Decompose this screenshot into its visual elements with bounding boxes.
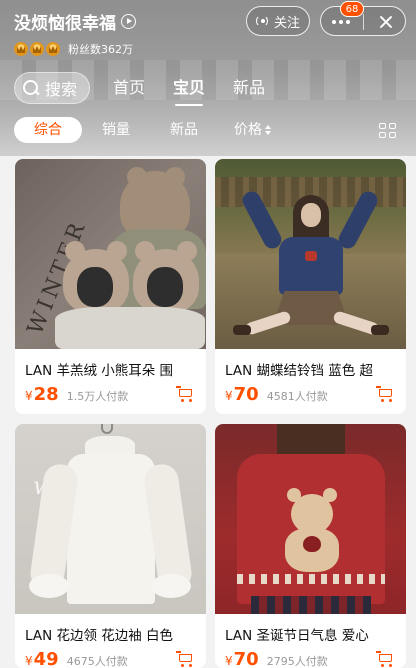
- product-image: WINTER: [15, 159, 206, 349]
- more-icon[interactable]: [332, 20, 350, 24]
- search-icon: [23, 80, 39, 96]
- product-card[interactable]: LAN 蝴蝶结铃铛 蓝色 超 ¥ 70 4581人付款: [215, 159, 406, 414]
- product-title: LAN 蝴蝶结铃铛 蓝色 超: [225, 363, 374, 379]
- sort-arrows-icon: [265, 125, 272, 135]
- grid-view-icon[interactable]: [379, 123, 396, 138]
- capsule-divider: [363, 14, 364, 30]
- filter-comprehensive[interactable]: 综合: [14, 117, 82, 143]
- price-row: ¥ 28 1.5万人付款: [25, 384, 128, 408]
- shop-name-link[interactable]: 没烦恼很幸福: [14, 9, 136, 34]
- filter-sales[interactable]: 销量: [102, 117, 130, 143]
- crown-icon: [30, 42, 44, 56]
- notification-badge: 68: [340, 1, 364, 17]
- tab-new[interactable]: 新品: [233, 76, 265, 100]
- filter-price[interactable]: 价格: [234, 117, 272, 143]
- price: 28: [33, 384, 59, 405]
- filter-bar: 综合 销量 新品 价格: [0, 115, 416, 145]
- product-title: LAN 羊羔绒 小熊耳朵 围: [25, 363, 174, 379]
- tab-items[interactable]: 宝贝: [173, 76, 205, 106]
- product-title: LAN 花边领 花边袖 白色: [25, 628, 174, 644]
- filter-new[interactable]: 新品: [170, 117, 198, 143]
- product-title: LAN 圣诞节日气息 爱心: [225, 628, 369, 644]
- signal-icon: [255, 15, 270, 27]
- tab-home[interactable]: 首页: [113, 76, 145, 100]
- cart-icon[interactable]: [176, 386, 194, 402]
- close-icon[interactable]: [376, 12, 396, 32]
- product-image: [215, 159, 406, 349]
- search-label: 搜索: [45, 80, 78, 99]
- crown-icon: [14, 42, 28, 56]
- price: 49: [33, 649, 59, 668]
- shop-nav: 搜索 首页 宝贝 新品: [0, 70, 416, 106]
- price-row: ¥ 70 2795人付款: [225, 649, 328, 668]
- price-row: ¥ 49 4675人付款: [25, 649, 128, 668]
- circle-arrow-icon: [121, 13, 136, 29]
- cart-icon[interactable]: [376, 651, 394, 667]
- paid-count: 4581人付款: [266, 390, 328, 403]
- currency: ¥: [25, 654, 33, 668]
- crown-icon: [46, 42, 60, 56]
- follow-label: 关注: [273, 15, 300, 31]
- currency: ¥: [225, 654, 233, 668]
- filter-price-label: 价格: [234, 122, 262, 138]
- paid-count: 1.5万人付款: [66, 390, 129, 403]
- currency: ¥: [225, 389, 233, 403]
- search-button[interactable]: 搜索: [14, 72, 90, 104]
- product-image: white: [15, 424, 206, 614]
- price-row: ¥ 70 4581人付款: [225, 384, 328, 408]
- shop-name: 没烦恼很幸福: [14, 13, 116, 34]
- product-image: [215, 424, 406, 614]
- product-card[interactable]: LAN 圣诞节日气息 爱心 ¥ 70 2795人付款: [215, 424, 406, 668]
- product-card[interactable]: white LAN 花边领 花边袖 白色 ¥ 49 4675人付款: [15, 424, 206, 668]
- cart-icon[interactable]: [176, 651, 194, 667]
- product-card[interactable]: WINTER LAN 羊羔绒 小熊耳朵 围 ¥ 28 1.5万人付款: [15, 159, 206, 414]
- price: 70: [233, 384, 259, 405]
- shop-meta: 粉丝数362万: [14, 41, 133, 57]
- cart-icon[interactable]: [376, 386, 394, 402]
- paid-count: 2795人付款: [266, 655, 328, 668]
- currency: ¥: [25, 389, 33, 403]
- shop-header: 没烦恼很幸福 粉丝数362万 关注 68 搜索 首页 宝贝 新品 综合 销量 新…: [0, 0, 416, 156]
- fans-count: 粉丝数362万: [68, 43, 133, 56]
- paid-count: 4675人付款: [66, 655, 128, 668]
- price: 70: [233, 649, 259, 668]
- follow-button[interactable]: 关注: [246, 6, 310, 36]
